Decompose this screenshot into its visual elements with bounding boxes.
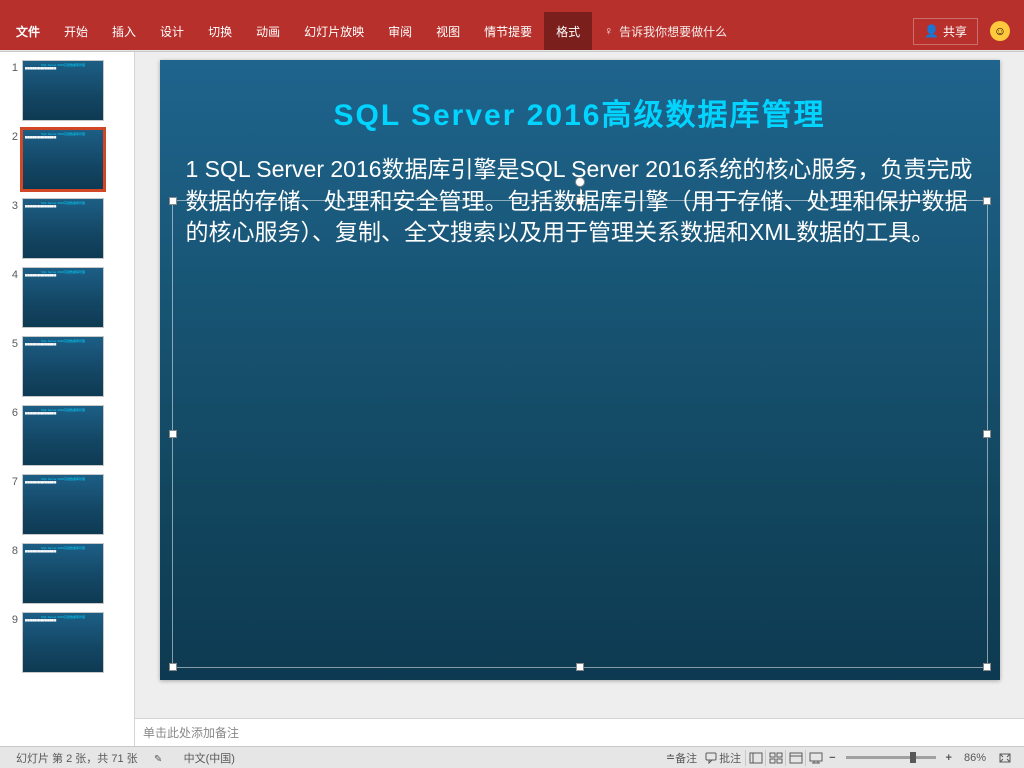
thumbnail-row[interactable]: 1 SQL Server 2016高级数据库管理█████████████████… <box>0 58 134 127</box>
language-indicator[interactable]: 中文(中国) <box>176 750 243 766</box>
spellcheck-icon[interactable]: ✎ <box>146 752 176 764</box>
thumbnail-row[interactable]: 7 SQL Server 2016高级数据库管理█████████████████… <box>0 472 134 541</box>
thumbnail-row[interactable]: 9 SQL Server 2016高级数据库管理█████████████████… <box>0 610 134 679</box>
svg-text:✎: ✎ <box>154 754 162 764</box>
tab-slideshow[interactable]: 幻灯片放映 <box>292 12 376 50</box>
slide-editor-area: SQL Server 2016高级数据库管理 1 SQL Server 2016… <box>135 52 1024 746</box>
resize-handle-br[interactable] <box>983 663 991 671</box>
notes-toggle[interactable]: ≐ 备注 <box>662 750 701 766</box>
current-slide[interactable]: SQL Server 2016高级数据库管理 1 SQL Server 2016… <box>160 60 1000 680</box>
tab-storyboard[interactable]: 情节提要 <box>472 12 544 50</box>
thumbnail-slide[interactable]: SQL Server 2016高级数据库管理██████████████████… <box>22 474 104 535</box>
thumbnail-row[interactable]: 4 SQL Server 2016高级数据库管理█████████████████… <box>0 265 134 334</box>
tab-design[interactable]: 设计 <box>148 12 196 50</box>
share-label: 共享 <box>943 23 967 40</box>
ribbon-tabs: 文件 开始 插入 设计 切换 动画 幻灯片放映 审阅 视图 情节提要 格式 ♀ … <box>0 12 1024 50</box>
zoom-in-button[interactable]: + <box>942 752 956 764</box>
main-area: 1 SQL Server 2016高级数据库管理█████████████████… <box>0 52 1024 746</box>
person-icon: 👤 <box>924 24 939 38</box>
notes-pane[interactable]: 单击此处添加备注 <box>135 718 1024 746</box>
title-bar <box>0 0 1024 12</box>
thumbnail-number: 8 <box>4 543 18 557</box>
thumbnail-slide[interactable]: SQL Server 2016高级数据库管理██████████████████… <box>22 129 104 190</box>
resize-handle-ml[interactable] <box>169 430 177 438</box>
thumbnail-number: 9 <box>4 612 18 626</box>
slideshow-view-button[interactable] <box>805 750 825 766</box>
resize-handle-tl[interactable] <box>169 197 177 205</box>
tab-transitions[interactable]: 切换 <box>196 12 244 50</box>
zoom-percent[interactable]: 86% <box>956 752 994 764</box>
slide-body-text[interactable]: 1 SQL Server 2016数据库引擎是SQL Server 2016系统… <box>186 154 974 249</box>
thumbnail-row[interactable]: 5 SQL Server 2016高级数据库管理█████████████████… <box>0 334 134 403</box>
thumbnail-number: 5 <box>4 336 18 350</box>
feedback-smiley-icon[interactable]: ☺ <box>990 21 1010 41</box>
thumbnail-number: 6 <box>4 405 18 419</box>
tab-insert[interactable]: 插入 <box>100 12 148 50</box>
thumbnail-number: 2 <box>4 129 18 143</box>
thumbnail-slide[interactable]: SQL Server 2016高级数据库管理██████████████████… <box>22 405 104 466</box>
zoom-out-button[interactable]: − <box>825 752 839 764</box>
thumbnail-row[interactable]: 6 SQL Server 2016高级数据库管理█████████████████… <box>0 403 134 472</box>
resize-handle-mr[interactable] <box>983 430 991 438</box>
thumbnail-slide[interactable]: SQL Server 2016高级数据库管理██████████████████… <box>22 336 104 397</box>
slide-sorter-view-button[interactable] <box>765 750 785 766</box>
thumbnail-number: 1 <box>4 60 18 74</box>
slide-canvas[interactable]: SQL Server 2016高级数据库管理 1 SQL Server 2016… <box>135 52 1024 718</box>
tab-review[interactable]: 审阅 <box>376 12 424 50</box>
slide-counter[interactable]: 幻灯片 第 2 张，共 71 张 <box>8 750 146 766</box>
tab-format[interactable]: 格式 <box>544 12 592 50</box>
textbox-selection-frame[interactable] <box>172 200 988 668</box>
thumbnail-slide[interactable]: SQL Server 2016高级数据库管理██████████████████… <box>22 612 104 673</box>
share-button[interactable]: 👤 共享 <box>913 18 978 45</box>
thumbnail-slide[interactable]: SQL Server 2016高级数据库管理██████████████████… <box>22 543 104 604</box>
thumbnail-slide[interactable]: SQL Server 2016高级数据库管理██████████████████… <box>22 60 104 121</box>
resize-handle-tr[interactable] <box>983 197 991 205</box>
tab-home[interactable]: 开始 <box>52 12 100 50</box>
thumbnail-number: 4 <box>4 267 18 281</box>
reading-view-button[interactable] <box>785 750 805 766</box>
normal-view-button[interactable] <box>745 750 765 766</box>
thumbnail-row[interactable]: 8 SQL Server 2016高级数据库管理█████████████████… <box>0 541 134 610</box>
thumbnail-slide[interactable]: SQL Server 2016高级数据库管理██████████████████… <box>22 198 104 259</box>
tab-animations[interactable]: 动画 <box>244 12 292 50</box>
tell-me-search[interactable]: ♀ 告诉我你想要做什么 <box>592 23 739 40</box>
thumbnail-row[interactable]: 2 SQL Server 2016高级数据库管理█████████████████… <box>0 127 134 196</box>
status-bar: 幻灯片 第 2 张，共 71 张 ✎ 中文(中国) ≐ 备注 批注 − + 86… <box>0 746 1024 768</box>
tab-view[interactable]: 视图 <box>424 12 472 50</box>
tab-file[interactable]: 文件 <box>4 12 52 50</box>
slide-thumbnails-panel[interactable]: 1 SQL Server 2016高级数据库管理█████████████████… <box>0 52 135 746</box>
resize-handle-bm[interactable] <box>576 663 584 671</box>
tell-me-text: 告诉我你想要做什么 <box>619 23 727 40</box>
thumbnail-row[interactable]: 3 SQL Server 2016高级数据库管理█████████████████… <box>0 196 134 265</box>
thumbnail-number: 3 <box>4 198 18 212</box>
thumbnail-number: 7 <box>4 474 18 488</box>
resize-handle-bl[interactable] <box>169 663 177 671</box>
fit-to-window-button[interactable] <box>994 752 1016 764</box>
comments-toggle[interactable]: 批注 <box>701 750 745 766</box>
slide-title[interactable]: SQL Server 2016高级数据库管理 <box>186 90 974 134</box>
zoom-slider[interactable] <box>846 756 936 759</box>
lightbulb-icon: ♀ <box>604 24 613 38</box>
thumbnail-slide[interactable]: SQL Server 2016高级数据库管理██████████████████… <box>22 267 104 328</box>
